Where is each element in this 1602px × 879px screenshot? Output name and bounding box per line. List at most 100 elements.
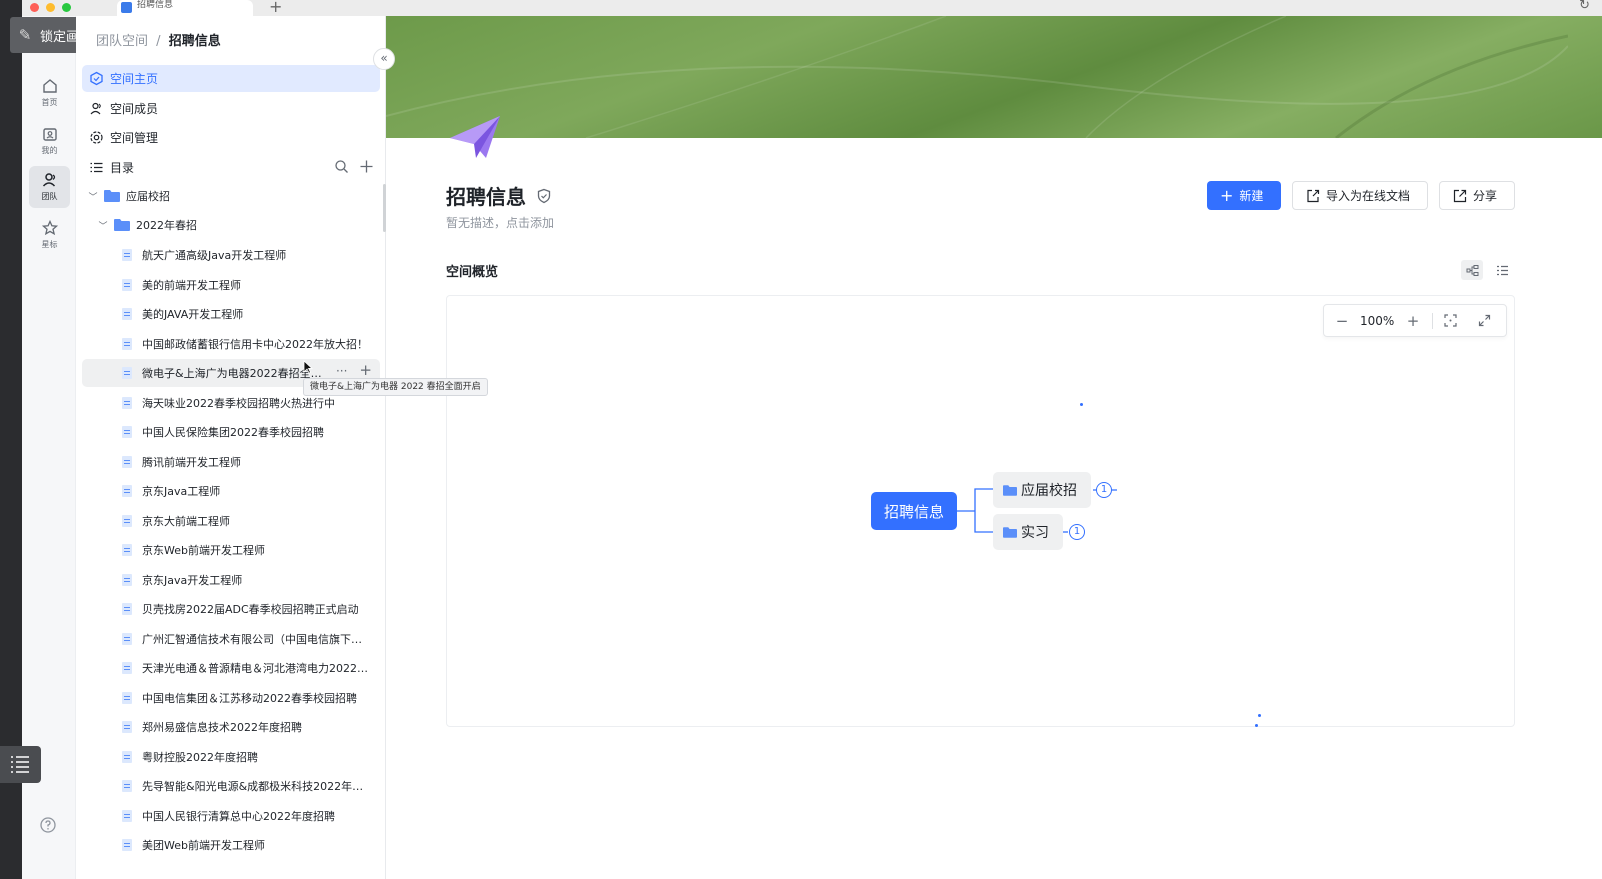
import-doc-icon — [1307, 189, 1320, 202]
space-title-text: 招聘信息 — [446, 185, 526, 209]
tree-doc-item[interactable]: 美的前端开发工程师 — [82, 271, 380, 299]
tree-doc-item[interactable]: 京东Java开发工程师 — [82, 566, 380, 594]
tree-doc-item[interactable]: 郑州易盛信息技术2022年度招聘 — [82, 713, 380, 741]
tree-doc-label: 京东大前端工程师 — [142, 514, 230, 528]
paper-plane-icon — [450, 116, 500, 158]
add-icon[interactable] — [359, 159, 374, 174]
tree-doc-item[interactable]: 天津光电通＆普源精电＆河北港湾电力2022春招 — [82, 654, 380, 682]
mindmap-node-intern[interactable]: 实习 — [993, 514, 1063, 550]
mindmap-view-icon — [1466, 264, 1478, 276]
nav-my[interactable]: 我的 — [29, 120, 70, 162]
menu-space-settings[interactable]: 空间管理 — [82, 124, 380, 151]
tree-doc-item[interactable]: 贝壳找房2022届ADC春季校园招聘正式启动 — [82, 595, 380, 623]
outline-toggle-button[interactable] — [0, 746, 41, 783]
tree-doc-label: 粤财控股2022年度招聘 — [142, 750, 258, 764]
search-icon[interactable] — [334, 159, 349, 174]
toc-label: 目录 — [110, 160, 135, 175]
more-icon[interactable]: ··· — [336, 364, 347, 379]
document-icon — [122, 839, 132, 851]
main-content: 招聘信息 暂无描述，点击添加 + 新建 导入为在线文档 分享 空间概览 − 10… — [386, 16, 1602, 879]
document-icon — [122, 278, 132, 291]
menu-space-home[interactable]: 空间主页 — [82, 65, 380, 92]
chevron-down-icon[interactable]: ﹀ — [96, 219, 110, 232]
nav-star-label: 星标 — [41, 240, 58, 249]
document-icon — [122, 367, 132, 379]
new-tab-button[interactable]: + — [269, 0, 282, 16]
mindmap-view-button[interactable] — [1461, 260, 1483, 280]
mindmap-count-badge[interactable]: 1 — [1096, 482, 1112, 498]
add-child-icon[interactable]: + — [359, 361, 372, 379]
nav-team[interactable]: 团队 — [29, 166, 70, 208]
tree-doc-label: 腾讯前端开发工程师 — [142, 455, 241, 469]
reload-icon[interactable]: ↻ — [1579, 0, 1590, 13]
new-button[interactable]: + 新建 — [1207, 181, 1281, 210]
tree-folder-graduate[interactable]: ﹀ 应届校招 — [82, 182, 380, 210]
space-home-icon — [82, 71, 110, 86]
import-button[interactable]: 导入为在线文档 — [1292, 181, 1428, 210]
nav-home[interactable]: 首页 — [29, 72, 70, 114]
document-icon — [122, 662, 132, 674]
tree-doc-label: 中国邮政储蓄银行信用卡中心2022年放大招！ — [142, 337, 368, 351]
mindmap-canvas[interactable]: − 100% + 招聘信息 应届校招 1 实习 1 — [446, 295, 1515, 727]
breadcrumb-separator: / — [156, 34, 161, 49]
tree-doc-item[interactable]: 粤财控股2022年度招聘 — [82, 743, 380, 771]
space-description[interactable]: 暂无描述，点击添加 — [446, 214, 554, 231]
close-window-button[interactable] — [30, 3, 39, 12]
menu-space-members-label: 空间成员 — [110, 102, 159, 116]
tree-doc-item[interactable]: 美团Web前端开发工程师 — [82, 831, 380, 859]
folder-icon — [104, 190, 120, 202]
minimize-window-button[interactable] — [46, 3, 55, 12]
cover-banner[interactable] — [386, 16, 1602, 138]
document-icon — [122, 514, 132, 527]
help-icon[interactable] — [39, 816, 57, 834]
tab-favicon-icon — [121, 2, 132, 13]
tree-doc-item[interactable]: 京东Web前端开发工程师 — [82, 536, 380, 564]
tree-doc-label: 美的前端开发工程师 — [142, 278, 241, 292]
nav-star[interactable]: 星标 — [29, 214, 70, 256]
tree-folder-label: 应届校招 — [126, 190, 170, 203]
tree-doc-item[interactable]: 腾讯前端开发工程师 — [82, 448, 380, 476]
mindmap-root-node[interactable]: 招聘信息 — [871, 492, 957, 530]
tree-doc-item[interactable]: 美的JAVA开发工程师 — [82, 300, 380, 328]
share-button[interactable]: 分享 — [1439, 181, 1515, 210]
document-icon — [122, 337, 132, 350]
team-icon — [42, 173, 55, 187]
app-window: 招聘信息 + ↻ 首页 我的 团队 星标 ✎ 锁定画面 团队空间 / 招聘信息 … — [0, 0, 1602, 879]
tree-doc-item[interactable]: 广州汇智通信技术有限公司（中国电信旗下企业） — [82, 625, 380, 653]
breadcrumb: 团队空间 / 招聘信息 — [96, 30, 221, 49]
tree-doc-item[interactable]: 京东大前端工程师 — [82, 507, 380, 535]
breadcrumb-current: 招聘信息 — [168, 34, 221, 49]
tree-doc-item[interactable]: 中国人民保险集团2022春季校园招聘 — [82, 418, 380, 446]
tree-doc-label: 天津光电通＆普源精电＆河北港湾电力2022春招 — [142, 662, 368, 675]
tree-doc-label: 郑州易盛信息技术2022年度招聘 — [142, 721, 302, 734]
tree-doc-label: 海天味业2022春季校园招聘火热进行中 — [142, 396, 335, 410]
tree-doc-item[interactable]: 航天广通高级Java开发工程师 — [82, 241, 380, 269]
tree-doc-item[interactable]: 中国人民银行清算总中心2022年度招聘 — [82, 802, 380, 830]
import-button-label: 导入为在线文档 — [1326, 189, 1411, 203]
share-button-label: 分享 — [1473, 189, 1498, 203]
nav-team-label: 团队 — [41, 192, 58, 201]
tree-doc-label: 美团Web前端开发工程师 — [142, 839, 265, 852]
tree-doc-item[interactable]: 中国电信集团＆江苏移动2022春季校园招聘 — [82, 684, 380, 712]
list-view-button[interactable] — [1491, 260, 1513, 280]
maximize-window-button[interactable] — [62, 3, 71, 12]
tree-folder-spring[interactable]: ﹀ 2022年春招 — [82, 211, 380, 239]
menu-space-members[interactable]: 空间成员 — [82, 95, 380, 122]
star-icon — [41, 219, 58, 236]
my-files-icon — [42, 128, 57, 141]
document-icon — [122, 632, 132, 645]
space-title: 招聘信息 — [446, 181, 552, 210]
collapse-sidebar-button[interactable]: « — [373, 48, 395, 70]
menu-space-settings-label: 空间管理 — [110, 131, 159, 145]
mindmap-node-graduate[interactable]: 应届校招 — [993, 472, 1091, 508]
tree-doc-label: 中国电信集团＆江苏移动2022春季校园招聘 — [142, 691, 357, 705]
tree-doc-item[interactable]: 先导智能&阳光电源&成都极米科技2022年春招 — [82, 772, 380, 800]
tree-doc-item[interactable]: 京东Java工程师 — [82, 477, 380, 505]
breadcrumb-parent[interactable]: 团队空间 — [96, 34, 148, 49]
browser-titlebar: 招聘信息 + ↻ — [22, 0, 1602, 16]
shield-icon[interactable] — [536, 188, 552, 204]
mindmap-count-badge[interactable]: 1 — [1069, 524, 1085, 540]
browser-tab[interactable]: 招聘信息 — [117, 0, 253, 16]
tree-doc-item[interactable]: 中国邮政储蓄银行信用卡中心2022年放大招！ — [82, 330, 380, 358]
chevron-down-icon[interactable]: ﹀ — [86, 190, 100, 203]
